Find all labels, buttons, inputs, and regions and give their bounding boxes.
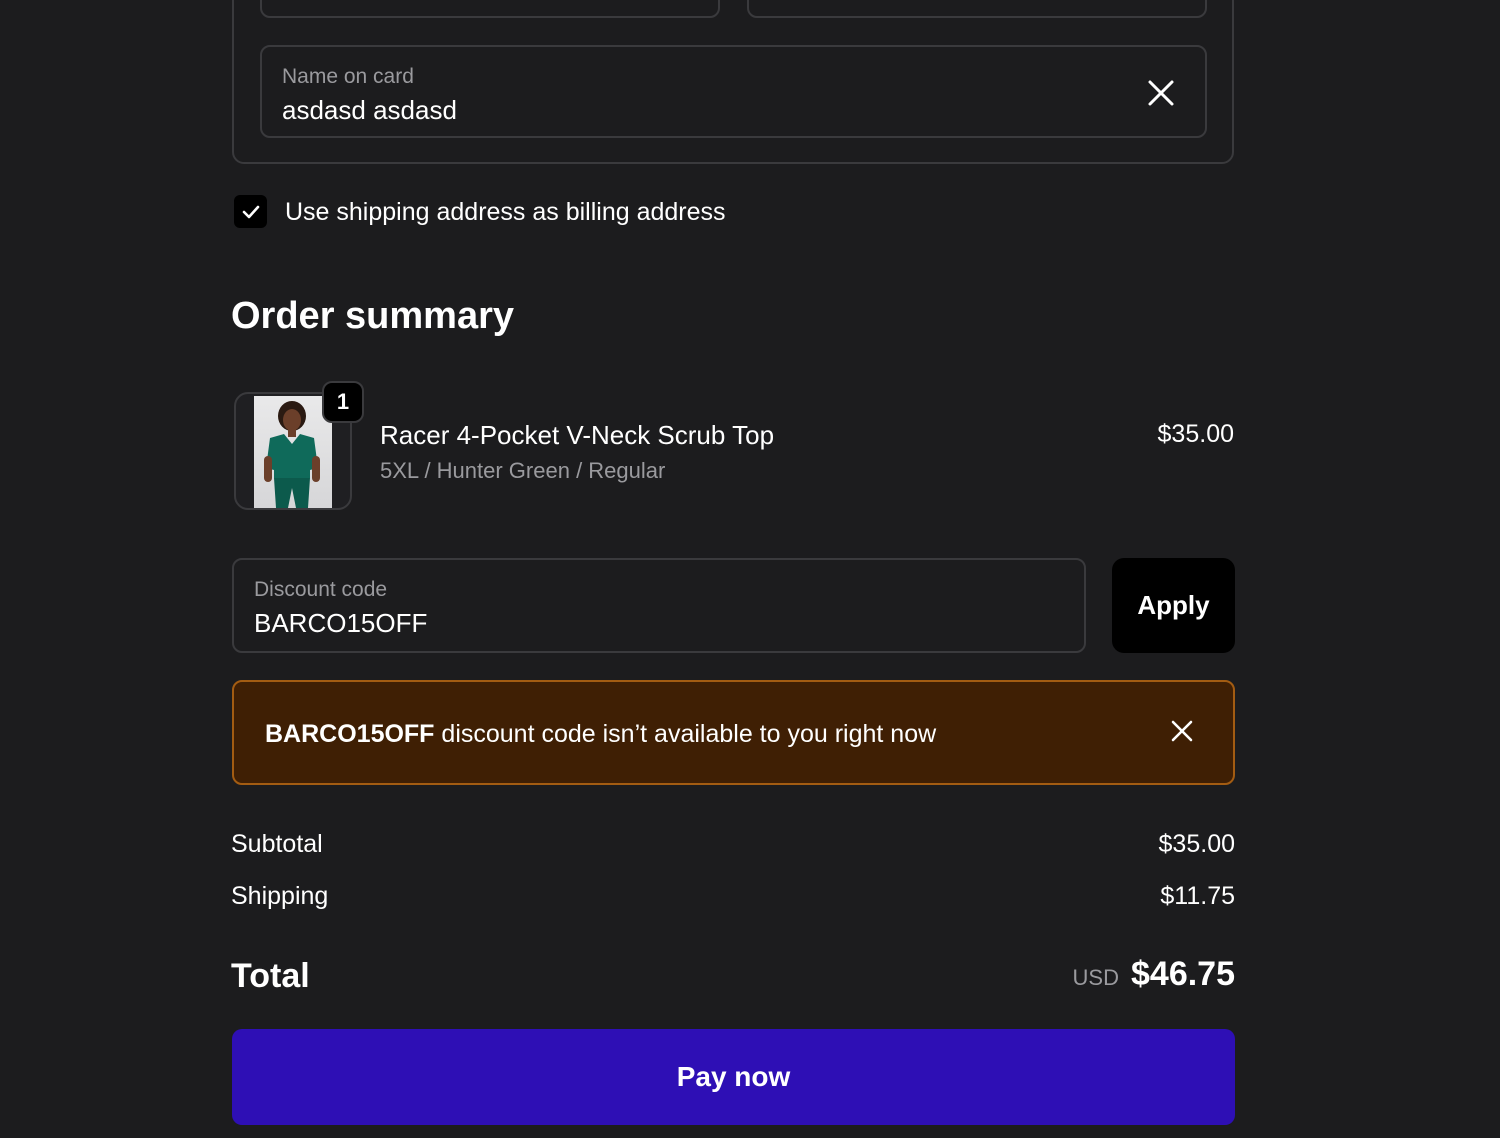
shipping-label: Shipping xyxy=(231,882,329,910)
discount-error-message: discount code isn’t available to you rig… xyxy=(434,720,937,748)
total-value-group: USD $46.75 xyxy=(1073,955,1235,994)
apply-discount-button[interactable]: Apply xyxy=(1112,558,1235,653)
name-on-card-value[interactable]: asdasd asdasd xyxy=(282,95,457,126)
product-name: Racer 4-Pocket V-Neck Scrub Top xyxy=(380,420,775,450)
discount-code-value[interactable]: BARCO15OFF xyxy=(254,608,427,639)
quantity-badge: 1 xyxy=(322,381,364,423)
total-label: Total xyxy=(231,957,310,995)
total-amount: $46.75 xyxy=(1131,955,1235,993)
billing-address-checkbox[interactable] xyxy=(234,195,267,228)
checkmark-icon xyxy=(242,205,259,218)
name-on-card-label: Name on card xyxy=(282,65,414,88)
discount-code-field[interactable]: Discount code BARCO15OFF xyxy=(232,558,1086,653)
order-summary-title: Order summary xyxy=(231,295,515,337)
currency-code: USD xyxy=(1072,965,1119,990)
pay-now-button[interactable]: Pay now xyxy=(232,1029,1235,1125)
clear-name-icon[interactable] xyxy=(1145,77,1177,109)
billing-address-label[interactable]: Use shipping address as billing address xyxy=(285,198,726,227)
product-image xyxy=(254,396,332,508)
product-variant: 5XL / Hunter Green / Regular xyxy=(380,458,666,483)
product-price: $35.00 xyxy=(1157,420,1234,448)
close-alert-icon[interactable] xyxy=(1169,718,1195,744)
subtotal-value: $35.00 xyxy=(1158,830,1235,858)
expiration-date-field[interactable] xyxy=(260,0,720,18)
shipping-value: $11.75 xyxy=(1160,882,1235,910)
discount-error-code: BARCO15OFF xyxy=(265,720,435,748)
checkout-page: Name on card asdasd asdasd Use shipping … xyxy=(0,0,1500,1138)
name-on-card-field[interactable]: Name on card asdasd asdasd xyxy=(260,45,1207,138)
discount-error-text: BARCO15OFF discount code isn’t available… xyxy=(265,720,936,749)
security-code-field[interactable] xyxy=(747,0,1207,18)
subtotal-label: Subtotal xyxy=(231,830,323,858)
discount-code-label: Discount code xyxy=(254,578,388,601)
discount-error-alert: BARCO15OFF discount code isn’t available… xyxy=(232,680,1235,785)
